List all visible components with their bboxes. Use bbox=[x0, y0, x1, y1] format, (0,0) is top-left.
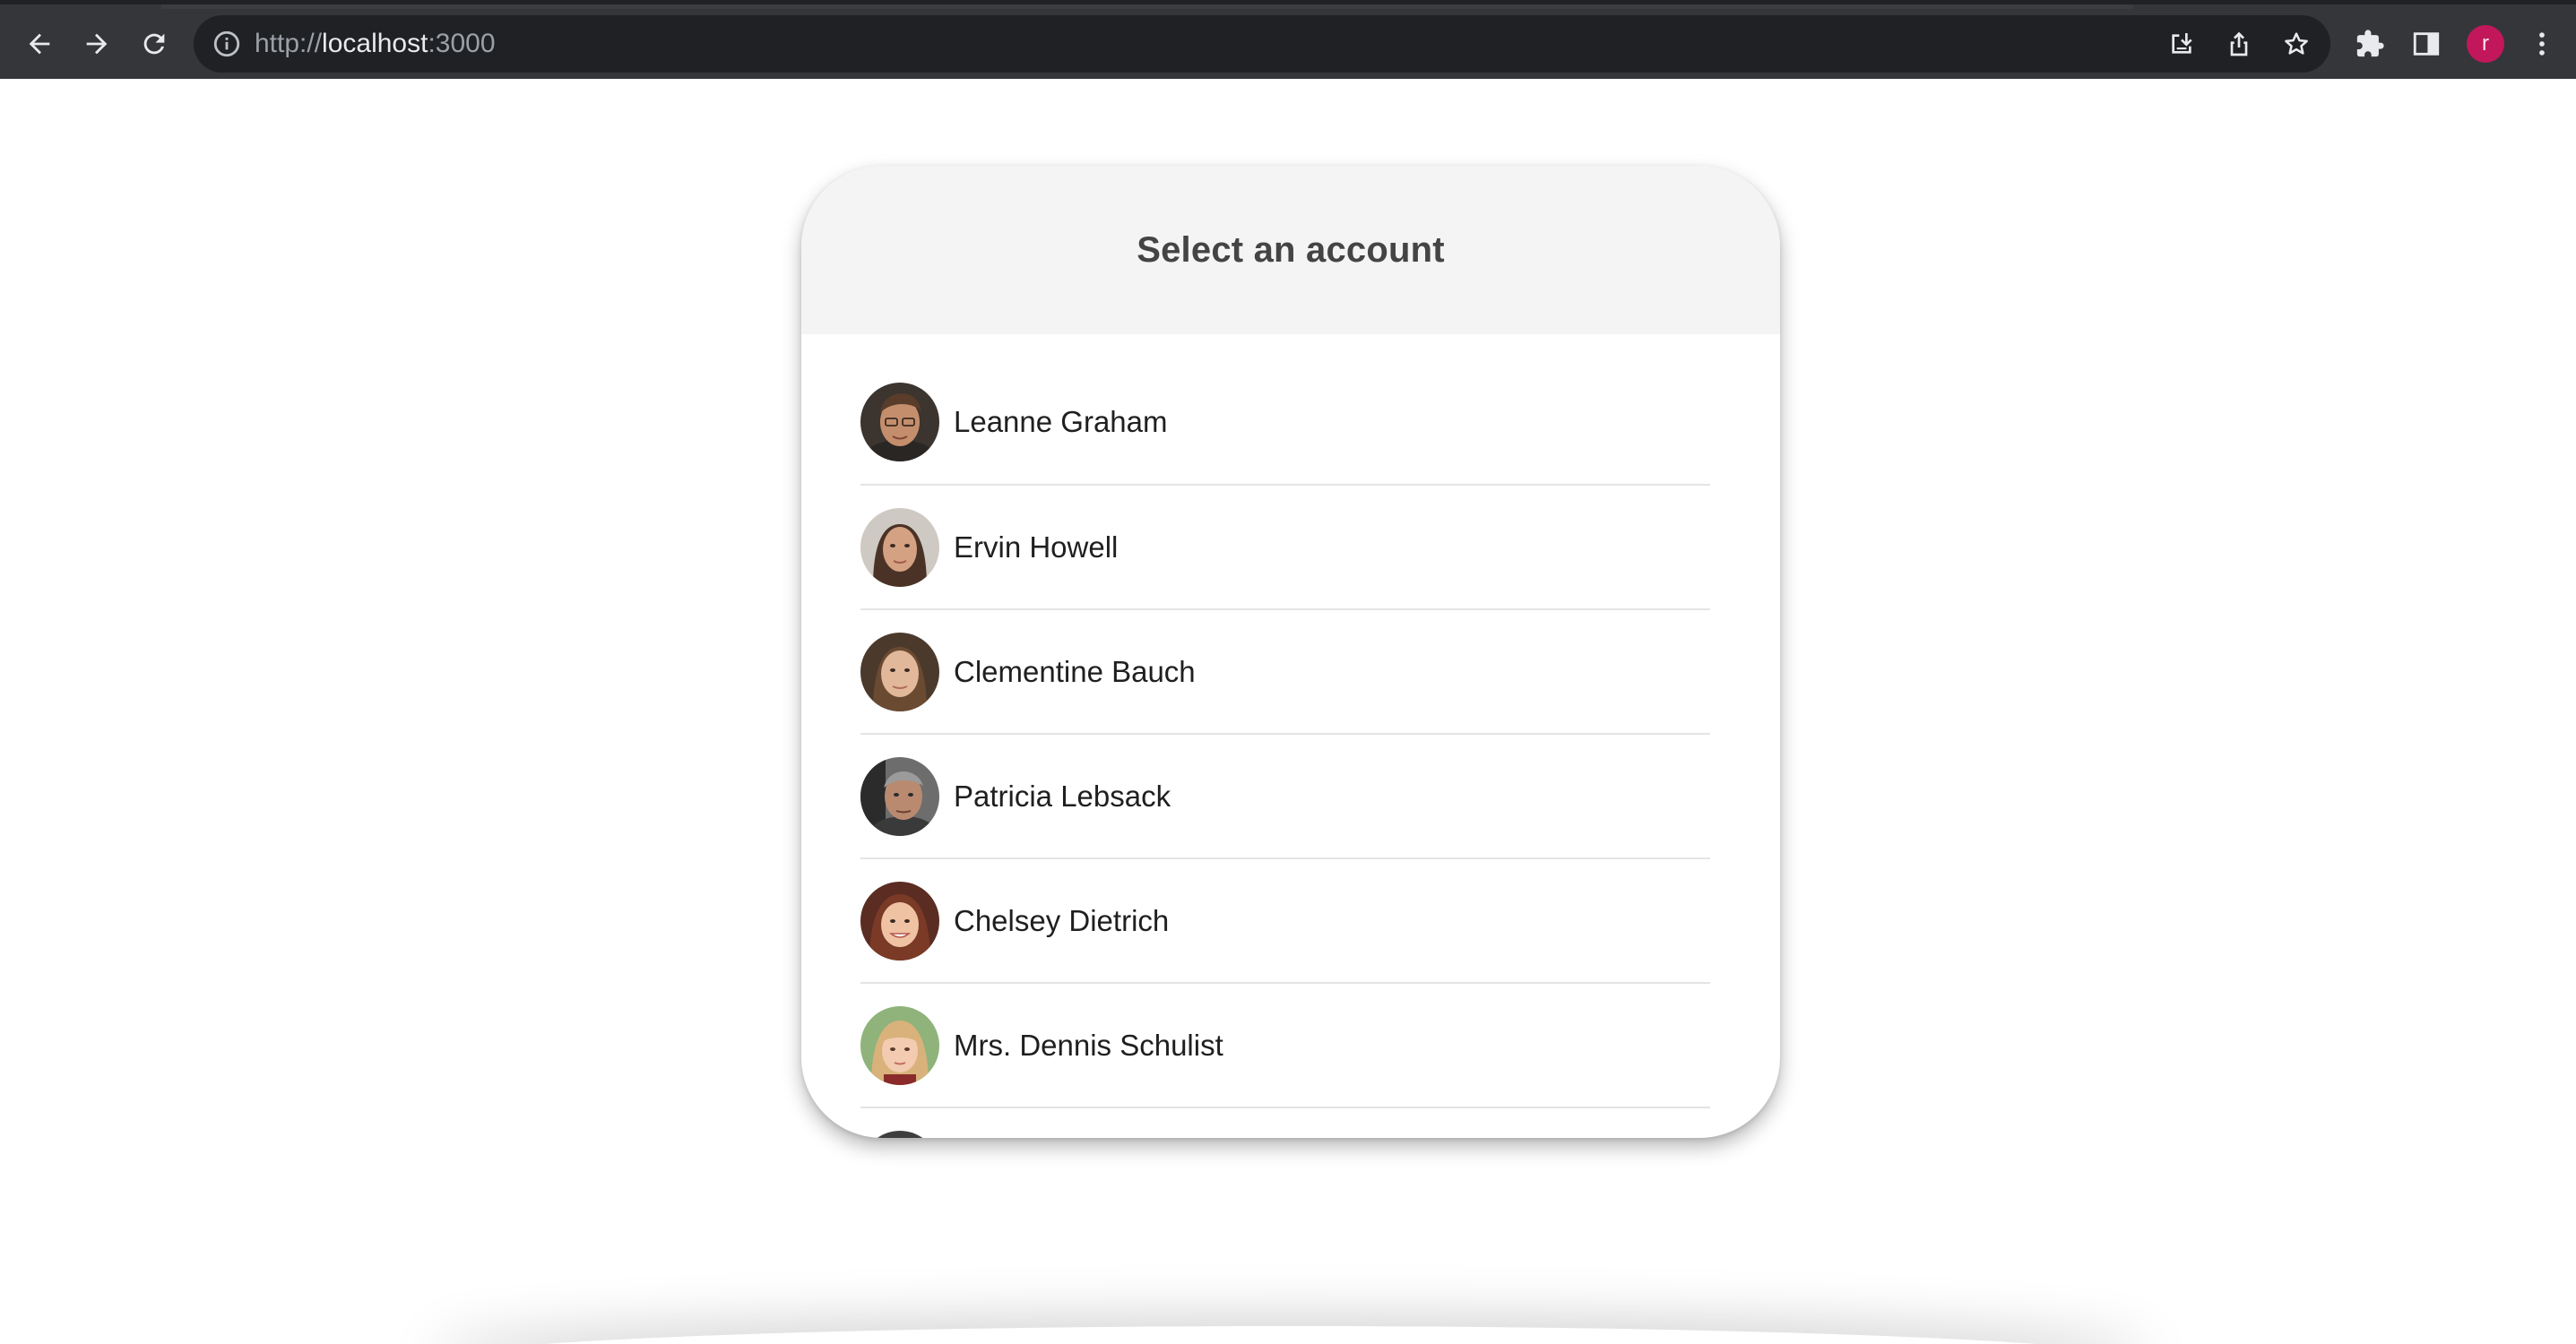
side-panel-button[interactable] bbox=[2405, 22, 2448, 65]
info-icon[interactable] bbox=[212, 29, 242, 59]
bottom-shadow bbox=[430, 1326, 2151, 1344]
side-panel-icon bbox=[2413, 32, 2440, 56]
address-bar[interactable]: http://localhost:3000 bbox=[194, 15, 2330, 73]
url-port: :3000 bbox=[428, 29, 496, 58]
account-list[interactable]: Leanne Graham Ervin Howell Clementine Ba… bbox=[860, 334, 1710, 1138]
browser-toolbar: http://localhost:3000 r bbox=[0, 0, 2576, 79]
avatar bbox=[860, 632, 939, 711]
back-arrow-icon bbox=[29, 33, 50, 55]
profile-avatar[interactable]: r bbox=[2467, 25, 2504, 63]
install-app-button[interactable] bbox=[2164, 26, 2200, 62]
card-header: Select an account bbox=[801, 166, 1780, 334]
avatar bbox=[860, 382, 939, 461]
account-item[interactable]: Chelsey Dietrich bbox=[860, 859, 1710, 984]
account-item[interactable]: Leanne Graham bbox=[860, 334, 1710, 486]
tab-strip bbox=[161, 4, 2133, 9]
url-host: localhost bbox=[322, 29, 428, 58]
back-button[interactable] bbox=[18, 22, 61, 65]
star-icon bbox=[2285, 32, 2308, 55]
browser-menu-button[interactable] bbox=[2520, 22, 2563, 65]
url-text[interactable]: http://localhost:3000 bbox=[255, 30, 496, 58]
account-item[interactable]: Mrs. Dennis Schulist bbox=[860, 984, 1710, 1108]
bookmark-button[interactable] bbox=[2278, 26, 2314, 62]
forward-button[interactable] bbox=[75, 22, 118, 65]
avatar bbox=[860, 1005, 939, 1085]
account-name: Leanne Graham bbox=[954, 404, 1168, 438]
account-name: Ervin Howell bbox=[954, 530, 1119, 564]
forward-arrow-icon bbox=[86, 33, 108, 55]
share-icon bbox=[2230, 31, 2248, 56]
account-selector-card: Select an account Leanne Graham Ervin Ho… bbox=[801, 166, 1780, 1138]
puzzle-icon bbox=[2356, 30, 2384, 57]
share-button[interactable] bbox=[2221, 26, 2257, 62]
avatar bbox=[860, 756, 939, 836]
account-item[interactable]: Clementine Bauch bbox=[860, 610, 1710, 735]
reload-icon bbox=[143, 33, 165, 55]
avatar bbox=[860, 881, 939, 961]
account-name: Mrs. Dennis Schulist bbox=[954, 1028, 1223, 1062]
page-viewport: Select an account Leanne Graham Ervin Ho… bbox=[0, 79, 2576, 1344]
account-name: Clementine Bauch bbox=[954, 654, 1196, 688]
account-name: Chelsey Dietrich bbox=[954, 903, 1170, 937]
account-item[interactable]: Patricia Lebsack bbox=[860, 735, 1710, 859]
extensions-button[interactable] bbox=[2348, 22, 2391, 65]
url-scheme: http:// bbox=[255, 29, 323, 58]
avatar bbox=[860, 507, 939, 587]
kebab-menu-icon bbox=[2539, 32, 2545, 56]
install-app-icon bbox=[2172, 33, 2192, 54]
account-item[interactable]: Ervin Howell bbox=[860, 486, 1710, 610]
reload-button[interactable] bbox=[133, 22, 176, 65]
card-title: Select an account bbox=[1137, 229, 1445, 270]
account-item[interactable] bbox=[860, 1108, 1710, 1138]
avatar bbox=[860, 1130, 939, 1138]
account-name: Patricia Lebsack bbox=[954, 779, 1171, 813]
